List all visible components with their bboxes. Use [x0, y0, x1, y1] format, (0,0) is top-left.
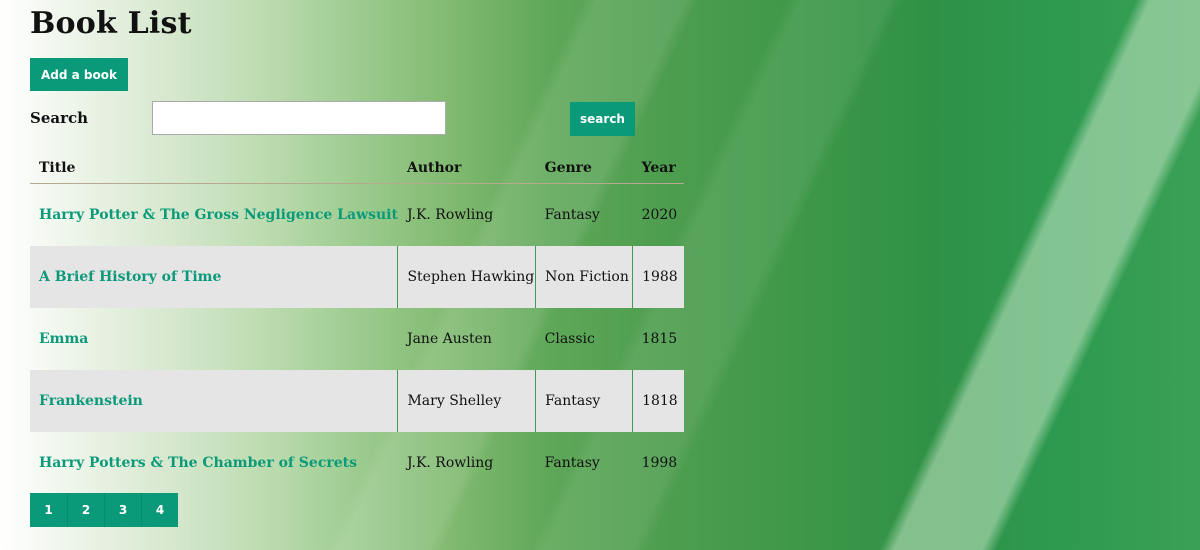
column-header-title: Title [30, 152, 398, 184]
book-genre-cell: Fantasy [544, 207, 600, 223]
book-title-cell: A Brief History of Time [30, 246, 398, 308]
book-title-cell: Harry Potter & The Gross Negligence Laws… [30, 184, 398, 247]
book-year-cell: 1998 [641, 455, 678, 471]
book-author-cell: Mary Shelley [397, 370, 536, 432]
table-row: Harry Potters & The Chamber of Secrets J… [30, 432, 684, 494]
book-table: Title Author Genre Year Harry Potter & T… [30, 152, 684, 494]
page-button-4[interactable]: 4 [141, 493, 178, 527]
book-title-link[interactable]: Frankenstein [39, 393, 143, 409]
search-input[interactable] [152, 101, 446, 135]
book-year-cell: 1818 [632, 370, 684, 432]
table-row: Emma Jane Austen Classic 1815 [30, 308, 684, 370]
column-header-author: Author [397, 152, 536, 184]
table-row: Frankenstein Mary Shelley Fantasy 1818 [30, 370, 684, 432]
add-book-button[interactable]: Add a book [30, 58, 128, 91]
book-title-cell: Harry Potters & The Chamber of Secrets [30, 432, 398, 494]
book-year-cell: 1988 [632, 246, 684, 308]
book-genre-cell: Fantasy [535, 370, 633, 432]
pagination: 1 2 3 4 [30, 493, 178, 527]
book-author-cell: J.K. Rowling [406, 207, 494, 223]
book-genre-cell: Non Fiction [535, 246, 633, 308]
column-header-year: Year [632, 152, 684, 184]
book-genre-cell: Fantasy [544, 455, 600, 471]
book-title-link[interactable]: Harry Potters & The Chamber of Secrets [39, 455, 357, 471]
book-title-link[interactable]: Emma [39, 331, 88, 347]
book-title-cell: Frankenstein [30, 370, 398, 432]
page-title: Book List [30, 6, 192, 41]
column-header-genre: Genre [535, 152, 633, 184]
book-author-cell: Jane Austen [406, 331, 492, 347]
page-button-3[interactable]: 3 [104, 493, 141, 527]
table-header-row: Title Author Genre Year [30, 152, 684, 184]
book-title-link[interactable]: A Brief History of Time [39, 269, 221, 285]
search-label: Search [30, 109, 89, 127]
book-title-cell: Emma [30, 308, 398, 370]
search-button[interactable]: search [570, 102, 635, 136]
book-year-cell: 1815 [641, 331, 678, 347]
book-author-cell: J.K. Rowling [406, 455, 494, 471]
book-genre-cell: Classic [544, 331, 595, 347]
table-row: Harry Potter & The Gross Negligence Laws… [30, 184, 684, 247]
page-button-1[interactable]: 1 [30, 493, 67, 527]
book-year-cell: 2020 [641, 207, 678, 223]
page-button-2[interactable]: 2 [67, 493, 104, 527]
book-title-link[interactable]: Harry Potter & The Gross Negligence Laws… [39, 207, 398, 223]
table-row: A Brief History of Time Stephen Hawking … [30, 246, 684, 308]
book-author-cell: Stephen Hawking [397, 246, 536, 308]
